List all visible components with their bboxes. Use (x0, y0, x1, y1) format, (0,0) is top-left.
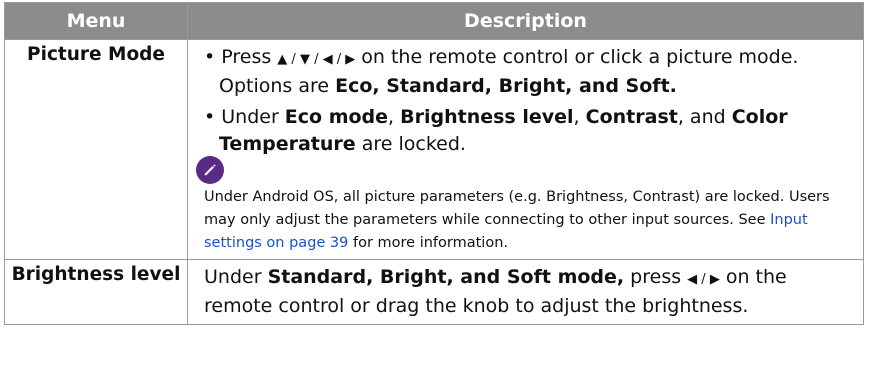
description-column-header: Description (187, 2, 864, 40)
table-row: Brightness level Under Standard, Bright,… (4, 259, 864, 325)
bullet-text: , (573, 106, 586, 128)
bullet-item: • Press ▲ / ▼ / ◀ / ▶ on the remote cont… (204, 44, 853, 100)
bullet-text: , and (677, 106, 732, 128)
bullet-text: , (388, 106, 401, 128)
bullet-item: • Under Eco mode, Brightness level, Cont… (204, 104, 853, 158)
bullet-bold-text: Eco mode (284, 106, 389, 128)
desc-bold-text: Standard, Bright, and Soft mode, (267, 266, 625, 288)
menu-table: Menu Description Picture Mode • Press ▲ … (4, 2, 864, 325)
desc-text: Under (204, 266, 268, 288)
note-text-part: Under Android OS, all picture parameters… (204, 189, 830, 228)
bullet-bold-text: Brightness level (400, 106, 574, 128)
pencil-icon (196, 156, 224, 184)
table-header-row: Menu Description (4, 2, 864, 40)
note-text: Under Android OS, all picture parameters… (204, 186, 853, 255)
bullet-text: are locked. (355, 133, 466, 155)
note-block: Under Android OS, all picture parameters… (196, 156, 853, 255)
menu-cell-picture-mode: Picture Mode (4, 39, 188, 260)
desc-text: press (624, 266, 688, 288)
table-row: Picture Mode • Press ▲ / ▼ / ◀ / ▶ on th… (4, 39, 864, 260)
note-text-part: for more information. (348, 235, 509, 251)
bullet-bold-text: Eco, Standard, Bright, and Soft. (335, 75, 677, 97)
arrow-keys-icon: ▲ / ▼ / ◀ / ▶ (277, 52, 356, 67)
description-cell-picture-mode: • Press ▲ / ▼ / ◀ / ▶ on the remote cont… (187, 39, 864, 260)
bullet-text: • Under (204, 106, 285, 128)
bullet-bold-text: Contrast (585, 106, 678, 128)
bullet-text: • Press (204, 46, 278, 68)
description-cell-brightness-level: Under Standard, Bright, and Soft mode, p… (187, 259, 864, 325)
menu-column-header: Menu (4, 2, 188, 40)
menu-cell-brightness-level: Brightness level (4, 259, 188, 325)
arrow-keys-icon: ◀ / ▶ (687, 272, 720, 287)
